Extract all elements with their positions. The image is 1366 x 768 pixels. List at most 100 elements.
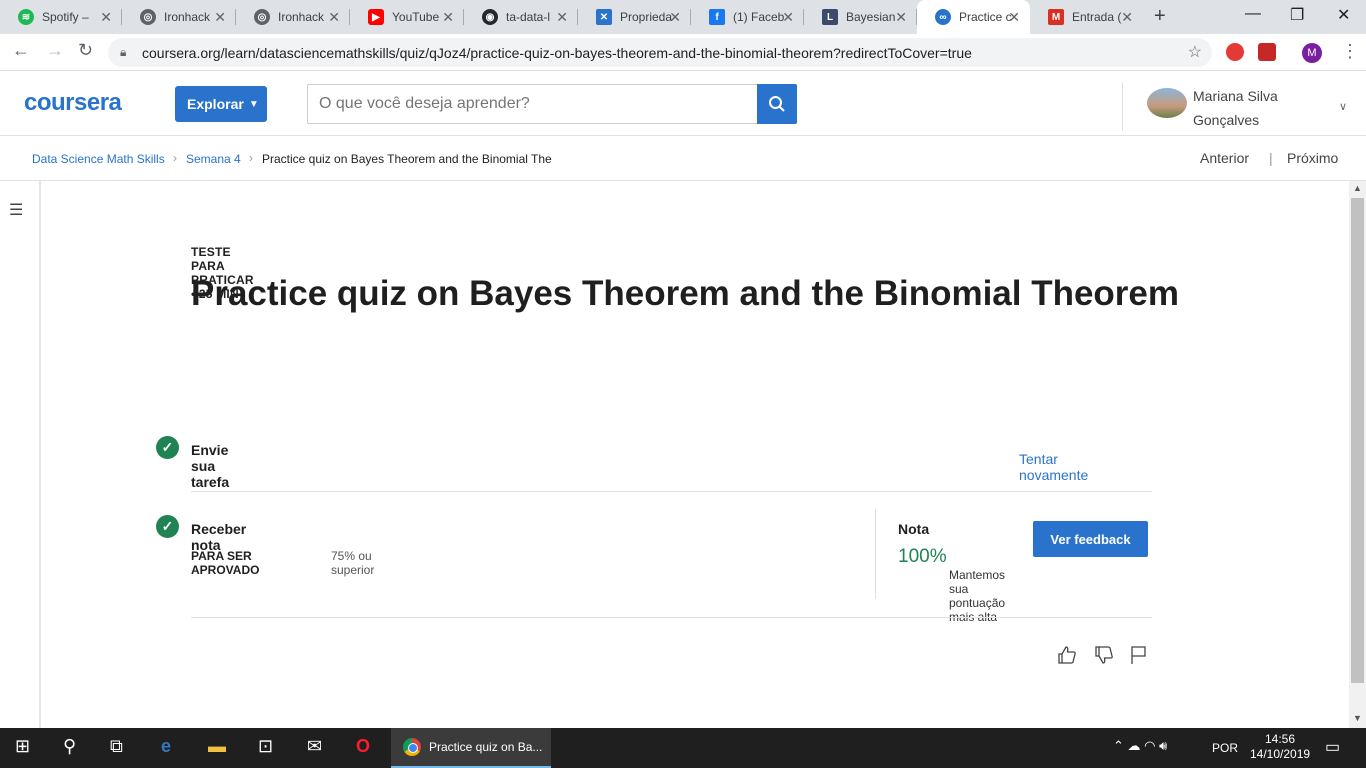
close-icon[interactable]: ✕: [442, 9, 454, 26]
task-view-icon[interactable]: ⧉: [110, 736, 123, 757]
chevron-right-icon: ›: [173, 151, 177, 165]
notification-icon[interactable]: ▭: [1325, 737, 1340, 757]
windows-taskbar: ⊞ ⚲ ⧉ e ▬ ⊡ ✉ O Practice quiz on Ba... ⌃…: [0, 728, 1366, 768]
language-indicator[interactable]: POR: [1212, 741, 1238, 755]
vertical-scrollbar[interactable]: ▲ ▼: [1349, 181, 1366, 728]
scroll-down-icon[interactable]: ▼: [1353, 713, 1362, 723]
url-text: coursera.org/learn/datasciencemathskills…: [142, 44, 972, 61]
search-icon: [769, 96, 785, 112]
divider: [191, 491, 1152, 492]
globe-icon: ◎: [140, 9, 156, 25]
close-icon[interactable]: ✕: [669, 9, 681, 26]
close-icon[interactable]: ✕: [895, 9, 907, 26]
tab-github[interactable]: ◉ ta-data-l ✕: [464, 0, 578, 34]
search-button[interactable]: [757, 84, 797, 124]
view-feedback-button[interactable]: Ver feedback: [1033, 521, 1148, 557]
minimize-button[interactable]: —: [1245, 5, 1261, 23]
thumbs-up-icon[interactable]: [1057, 645, 1077, 671]
check-circle-icon: ✓: [156, 515, 179, 538]
gmail-icon: M: [1048, 9, 1064, 25]
back-button[interactable]: ←: [12, 40, 30, 61]
close-icon[interactable]: ✕: [328, 9, 340, 26]
previous-link[interactable]: Anterior: [1200, 150, 1249, 166]
tab-bayesian[interactable]: L Bayesian ✕: [804, 0, 917, 34]
reload-button[interactable]: ↻: [78, 40, 93, 61]
close-icon[interactable]: ✕: [1121, 9, 1133, 26]
address-bar[interactable]: 🔒︎ coursera.org/learn/datasciencemathski…: [108, 38, 1212, 67]
site-icon: L: [822, 9, 838, 25]
search-input[interactable]: O que você deseja aprender?: [307, 84, 758, 124]
tab-facebook[interactable]: f (1) Faceb ✕: [691, 0, 804, 34]
chevron-right-icon: ›: [249, 151, 253, 165]
scrollbar-thumb[interactable]: [1351, 198, 1364, 683]
new-tab-button[interactable]: +: [1154, 5, 1166, 28]
clock[interactable]: 14:56 14/10/2019: [1250, 732, 1310, 762]
windows-start-icon[interactable]: ⊞: [15, 736, 30, 757]
file-explorer-icon[interactable]: ▬: [208, 736, 226, 757]
scroll-up-icon[interactable]: ▲: [1353, 183, 1362, 193]
mail-icon[interactable]: ✉: [307, 736, 322, 757]
list-menu-icon[interactable]: ☰: [9, 200, 23, 220]
breadcrumb-week[interactable]: Semana 4: [186, 152, 241, 166]
check-circle-icon: ✓: [156, 436, 179, 459]
tab-spotify[interactable]: ≋ Spotify – ✕: [0, 0, 122, 34]
chevron-down-icon[interactable]: ∨: [1339, 100, 1347, 113]
facebook-icon: f: [709, 9, 725, 25]
tab-ironhack-1[interactable]: ◎ Ironhack ✕: [122, 0, 236, 34]
extension-opera-icon[interactable]: [1226, 43, 1244, 61]
tab-youtube[interactable]: ▶ YouTube ✕: [350, 0, 464, 34]
extension-video-icon[interactable]: [1258, 43, 1276, 61]
header-divider: [1122, 83, 1123, 131]
restore-button[interactable]: ❐: [1290, 5, 1304, 25]
taskbar-chrome-app[interactable]: Practice quiz on Ba...: [391, 728, 551, 768]
user-name[interactable]: Mariana Silva Gonçalves: [1193, 84, 1313, 132]
tab-propriedades[interactable]: ✕ Proprieda ✕: [578, 0, 691, 34]
highest-score-note: Mantemos sua pontuação mais alta: [949, 568, 1006, 624]
user-avatar[interactable]: [1147, 88, 1187, 118]
close-icon[interactable]: ✕: [556, 9, 568, 26]
browser-tab-strip: ≋ Spotify – ✕ ◎ Ironhack ✕ ◎ Ironhack ✕ …: [0, 0, 1366, 34]
retry-link[interactable]: Tentar novamente: [1019, 451, 1088, 483]
breadcrumb-course[interactable]: Data Science Math Skills: [32, 152, 165, 166]
flag-icon[interactable]: [1130, 645, 1148, 671]
system-tray-icons[interactable]: ⌃ ☁ ◠ 🔊︎: [1113, 738, 1167, 754]
thumbs-down-icon[interactable]: [1094, 645, 1114, 671]
grade-divider: [875, 509, 876, 599]
store-icon[interactable]: ⊡: [258, 736, 273, 757]
divider: [191, 617, 1152, 618]
course-outline-rail: ☰: [0, 181, 41, 728]
explore-button[interactable]: Explorar ▼: [175, 86, 267, 122]
close-icon[interactable]: ✕: [1008, 9, 1020, 26]
tab-practice-active[interactable]: ∞ Practice c ✕: [917, 0, 1030, 34]
opera-icon[interactable]: O: [356, 736, 370, 757]
pass-threshold: 75% ou superior: [331, 549, 375, 577]
coursera-icon: ∞: [935, 9, 951, 25]
bookmark-star-icon[interactable]: ☆: [1188, 42, 1202, 62]
close-icon[interactable]: ✕: [214, 9, 226, 26]
forward-button[interactable]: →: [46, 40, 64, 61]
browser-toolbar: ← → ↻ 🔒︎ coursera.org/learn/datasciencem…: [0, 34, 1366, 71]
site-icon: ✕: [596, 9, 612, 25]
user-name-line1: Mariana Silva: [1193, 88, 1278, 104]
chrome-icon: [403, 738, 421, 756]
tab-title: Spotify –: [42, 10, 89, 24]
profile-avatar[interactable]: M: [1302, 43, 1322, 63]
tab-gmail[interactable]: M Entrada ( ✕: [1030, 0, 1143, 34]
clock-time: 14:56: [1264, 732, 1296, 746]
edge-icon[interactable]: e: [161, 736, 171, 757]
taskbar-app-title: Practice quiz on Ba...: [429, 740, 543, 754]
close-window-button[interactable]: ✕: [1337, 5, 1350, 25]
search-icon[interactable]: ⚲: [63, 736, 76, 757]
close-icon[interactable]: ✕: [782, 9, 794, 26]
close-icon[interactable]: ✕: [100, 9, 112, 26]
tab-ironhack-2[interactable]: ◎ Ironhack ✕: [236, 0, 350, 34]
search-placeholder: O que você deseja aprender?: [319, 95, 530, 112]
step-submit-title: Envie sua tarefa: [191, 442, 230, 490]
coursera-logo[interactable]: coursera: [24, 89, 122, 117]
user-name-line2: Gonçalves: [1193, 112, 1260, 128]
grade-label: Nota: [898, 521, 930, 537]
browser-menu-icon[interactable]: ⋮: [1341, 41, 1359, 62]
nav-divider: |: [1269, 150, 1273, 166]
next-link[interactable]: Próximo: [1287, 150, 1338, 166]
lock-icon: 🔒︎: [120, 45, 127, 59]
